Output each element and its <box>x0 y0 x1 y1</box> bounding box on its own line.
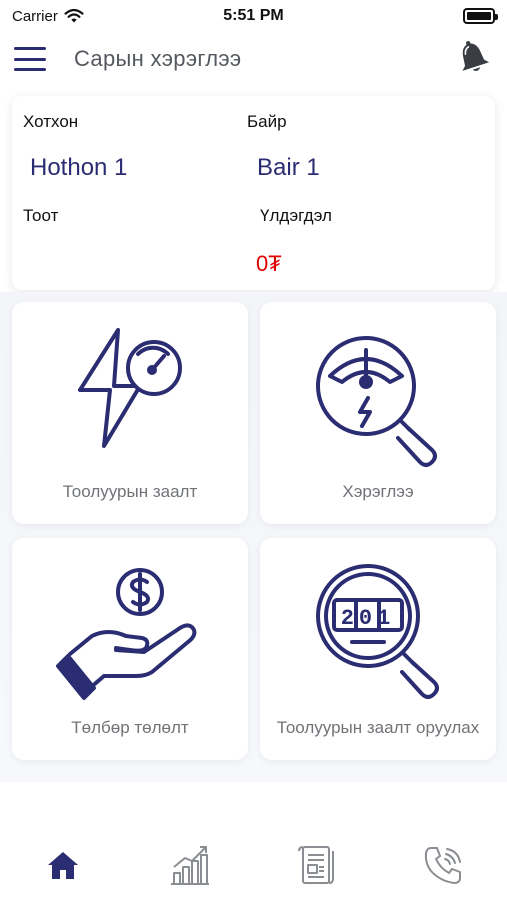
page-title: Сарын хэрэглээ <box>74 46 242 71</box>
battery-icon <box>463 8 498 24</box>
hothon-label: Хотхон <box>23 112 79 131</box>
counter-digits: 201 <box>341 606 396 631</box>
menu-line <box>14 57 46 61</box>
status-bar: Carrier 5:51 PM <box>0 0 507 32</box>
document-icon <box>297 846 334 884</box>
hamburger-menu-icon[interactable] <box>14 47 46 71</box>
bair-label: Байр <box>247 112 287 131</box>
chart-icon <box>171 846 210 885</box>
carrier-label: Carrier <box>12 7 58 25</box>
tile-enter-reading[interactable]: 201 Тоолуурын заалт оруулах <box>260 538 496 760</box>
tile-label: Хэрэглээ <box>342 482 414 501</box>
meter-magnifier-icon <box>316 336 437 467</box>
balance-value: 0₮ <box>256 251 282 276</box>
toot-label: Тоот <box>23 206 59 225</box>
lightning-meter-icon <box>78 328 182 448</box>
tile-label: Төлбөр төлөлт <box>71 718 189 737</box>
tab-documents[interactable] <box>287 835 347 895</box>
hothon-value: Hothon 1 <box>30 154 128 181</box>
tab-home[interactable] <box>33 835 93 895</box>
status-left: Carrier <box>12 8 84 25</box>
bair-value: Bair 1 <box>257 154 320 181</box>
battery-fill <box>467 12 491 20</box>
bell-icon[interactable] <box>453 38 493 78</box>
tile-label: Тоолуурын заалт оруулах <box>276 718 480 737</box>
hand-dollar-icon <box>56 568 197 700</box>
info-card: Хотхон Hothon 1 Байр Bair 1 Тоот Үлдэгдэ… <box>12 96 495 290</box>
home-icon <box>48 852 79 879</box>
counter-magnifier-icon: 201 <box>316 564 439 699</box>
balance-label: Үлдэгдэл <box>260 206 332 225</box>
menu-line <box>14 68 46 71</box>
menu-line <box>14 47 46 50</box>
app-header: Сарын хэрэглээ <box>0 32 507 86</box>
tile-payment[interactable]: Төлбөр төлөлт <box>12 538 248 760</box>
tile-usage[interactable]: Хэрэглээ <box>260 302 496 524</box>
menu-grid: Тоолуурын заалт Хэрэглээ Төлбөр төлөлт 2… <box>0 292 507 782</box>
tile-meter-reading[interactable]: Тоолуурын заалт <box>12 302 248 524</box>
phone-icon <box>424 847 461 884</box>
tab-contact[interactable] <box>414 835 474 895</box>
bottom-tab-bar <box>0 830 507 900</box>
tile-label: Тоолуурын заалт <box>62 482 198 501</box>
wifi-icon <box>64 8 84 23</box>
tab-statistics[interactable] <box>160 835 220 895</box>
